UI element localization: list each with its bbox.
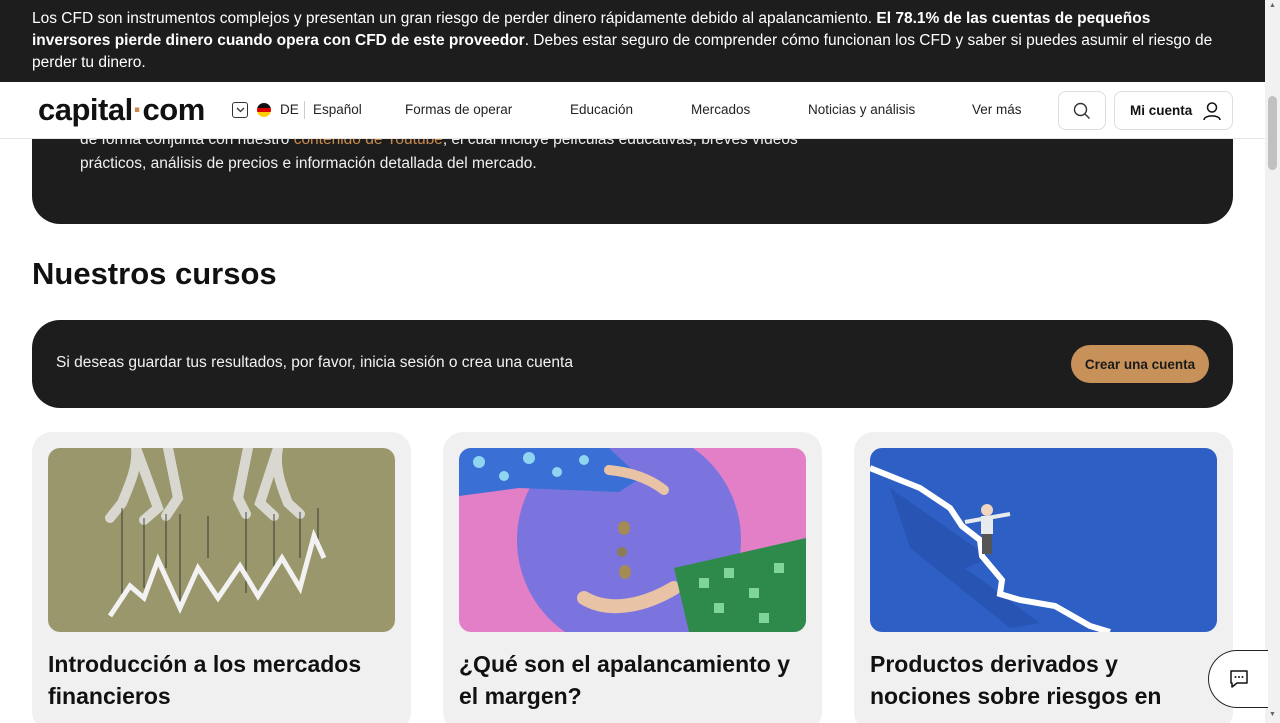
main-navbar: capital·com DE Español Formas de operar … xyxy=(0,82,1265,139)
nav-ver-mas[interactable]: Ver más xyxy=(972,102,1022,117)
chevron-down-icon[interactable] xyxy=(232,102,248,118)
nav-mercados[interactable]: Mercados xyxy=(691,102,750,117)
account-label: Mi cuenta xyxy=(1130,103,1193,118)
course-title[interactable]: Introducción a los mercados financieros xyxy=(48,648,398,712)
country-code[interactable]: DE xyxy=(280,102,299,117)
language-selector[interactable]: Español xyxy=(313,102,362,117)
section-title: Nuestros cursos xyxy=(32,256,277,291)
course-card[interactable]: Productos derivados y nociones sobre rie… xyxy=(854,432,1233,723)
risk-text-start: Los CFD son instrumentos complejos y pre… xyxy=(32,10,877,27)
lang-divider xyxy=(304,101,305,119)
user-icon xyxy=(1203,101,1222,120)
risk-warning-banner: Los CFD son instrumentos complejos y pre… xyxy=(0,0,1265,82)
login-banner: Si deseas guardar tus resultados, por fa… xyxy=(32,320,1233,408)
scroll-down-arrow[interactable]: ▼ xyxy=(1268,711,1277,718)
course-image-falling-chart xyxy=(870,448,1217,632)
my-account-button[interactable]: Mi cuenta xyxy=(1114,91,1233,130)
scroll-up-arrow[interactable]: ▲ xyxy=(1268,2,1277,9)
scroll-thumb[interactable] xyxy=(1268,96,1277,170)
germany-flag-icon xyxy=(257,103,271,117)
capital-com-logo[interactable]: capital·com xyxy=(38,92,205,128)
login-prompt: Si deseas guardar tus resultados, por fa… xyxy=(56,354,573,371)
page-scrollbar[interactable]: ▲ ▼ xyxy=(1265,0,1280,723)
chat-button[interactable] xyxy=(1208,650,1268,708)
nav-educacion[interactable]: Educación xyxy=(570,102,633,117)
nav-formas-de-operar[interactable]: Formas de operar xyxy=(405,102,512,117)
search-button[interactable] xyxy=(1058,91,1106,130)
course-image-coins-hands xyxy=(459,448,806,632)
course-card[interactable]: ¿Qué son el apalancamiento y el margen? xyxy=(443,432,822,723)
search-icon xyxy=(1073,102,1090,119)
course-title[interactable]: ¿Qué son el apalancamiento y el margen? xyxy=(459,648,809,712)
nav-noticias-y-analisis[interactable]: Noticias y análisis xyxy=(808,102,915,117)
create-account-button[interactable]: Crear una cuenta xyxy=(1071,345,1209,383)
course-card[interactable]: Introducción a los mercados financieros xyxy=(32,432,411,723)
course-title[interactable]: Productos derivados y nociones sobre rie… xyxy=(870,648,1220,712)
chat-icon xyxy=(1229,670,1248,688)
course-image-puppet-hands xyxy=(48,448,395,632)
